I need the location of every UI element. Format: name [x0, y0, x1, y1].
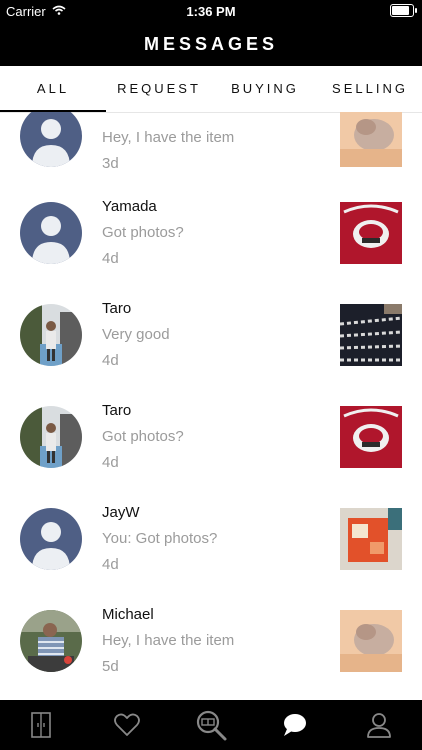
tab-request[interactable]: REQUEST — [106, 81, 212, 96]
message-date: 4d — [102, 250, 119, 267]
sender-name: Taro — [102, 402, 132, 419]
sender-name: Michael — [102, 606, 154, 623]
conversation-row[interactable]: Hey, I have the item 3d — [0, 112, 422, 187]
message-preview: Hey, I have the item — [102, 632, 235, 649]
item-thumbnail — [340, 508, 402, 570]
message-preview: Hey, I have the item — [102, 129, 235, 146]
person-photo-avatar — [20, 304, 82, 366]
profile-icon[interactable] — [362, 708, 396, 742]
person-photo-avatar — [20, 406, 82, 468]
navigation-bar: MESSAGES — [0, 22, 422, 66]
item-thumbnail — [340, 304, 402, 366]
child-photo-avatar — [20, 610, 82, 672]
message-preview: Very good — [102, 326, 170, 343]
default-avatar — [20, 112, 82, 167]
sender-name: JayW — [102, 504, 140, 521]
conversation-row[interactable]: JayW You: Got photos? 4d — [0, 493, 422, 595]
status-time: 1:36 PM — [186, 4, 236, 19]
message-date: 4d — [102, 352, 119, 369]
battery-icon — [390, 4, 417, 17]
item-thumbnail — [340, 406, 402, 468]
item-thumbnail — [340, 202, 402, 264]
chat-bubble-icon[interactable] — [278, 708, 312, 742]
status-bar: Carrier 1:36 PM — [0, 0, 422, 22]
search-icon[interactable] — [194, 708, 228, 742]
item-thumbnail — [340, 112, 402, 167]
conversation-row[interactable]: Taro Got photos? 4d — [0, 391, 422, 493]
conversation-row[interactable]: Michael Hey, I have the item 5d — [0, 595, 422, 697]
message-date: 5d — [102, 658, 119, 675]
conversation-row[interactable]: Taro Very good 4d — [0, 289, 422, 391]
message-preview: You: Got photos? — [102, 530, 218, 547]
heart-icon[interactable] — [110, 708, 144, 742]
sender-name: Yamada — [102, 198, 157, 215]
default-avatar — [20, 508, 82, 570]
tab-bar — [0, 700, 422, 750]
message-date: 3d — [102, 155, 119, 172]
default-avatar — [20, 202, 82, 264]
closet-icon[interactable] — [24, 708, 58, 742]
item-thumbnail — [340, 610, 402, 672]
conversation-list[interactable]: Hey, I have the item 3d Yamada Got photo… — [0, 112, 422, 700]
message-preview: Got photos? — [102, 224, 184, 241]
message-date: 4d — [102, 556, 119, 573]
sender-name: Taro — [102, 300, 132, 317]
tab-selling[interactable]: SELLING — [318, 81, 422, 96]
conversation-row[interactable]: Yamada Got photos? 4d — [0, 187, 422, 289]
message-preview: Got photos? — [102, 428, 184, 445]
tab-buying[interactable]: BUYING — [212, 81, 318, 96]
page-title: MESSAGES — [143, 34, 279, 54]
message-date: 4d — [102, 454, 119, 471]
tab-all[interactable]: ALL — [0, 81, 106, 96]
filter-tabs: ALL REQUEST BUYING SELLING — [0, 66, 422, 113]
